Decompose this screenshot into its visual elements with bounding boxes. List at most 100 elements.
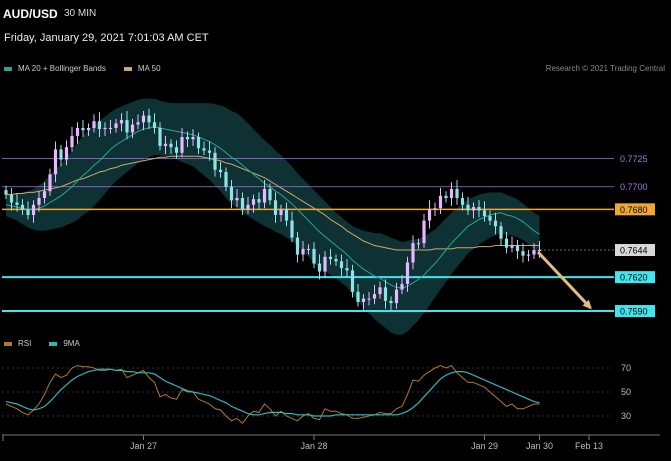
candle-body-66: [367, 298, 371, 300]
candle-body-53: [295, 237, 300, 255]
candle-body-72: [400, 283, 404, 290]
candle-body-59: [328, 256, 333, 260]
candle-body-10: [59, 149, 63, 160]
candle-body-76: [422, 220, 426, 244]
candle-body-8: [48, 174, 52, 192]
rsi-ma-line: [5, 368, 540, 417]
candle-body-25: [141, 115, 146, 123]
candle-body-87: [482, 210, 487, 217]
candle-body-35: [196, 136, 201, 149]
level-label-0.7725: 0.7725: [620, 154, 648, 164]
candle-body-40: [224, 172, 228, 187]
candle-body-56: [312, 248, 316, 264]
candle-body-62: [345, 268, 349, 271]
candle-body-54: [301, 248, 305, 255]
candle-body-9: [53, 149, 58, 175]
candle-body-24: [136, 122, 140, 125]
candle-body-58: [323, 256, 327, 272]
candle-body-5: [31, 204, 36, 215]
candle-body-47: [262, 188, 267, 203]
candle-body-16: [92, 121, 96, 128]
bollinger-band: [6, 98, 540, 335]
level-label-0.7590: 0.7590: [620, 307, 648, 317]
candle-body-94: [521, 251, 525, 256]
candle-body-75: [416, 243, 421, 245]
candle-body-46: [257, 199, 261, 203]
candle-body-0: [4, 190, 8, 195]
x-tick-label-Jan 27: Jan 27: [130, 441, 157, 451]
candle-body-95: [526, 254, 531, 256]
candle-body-3: [20, 204, 25, 210]
price-chart[interactable]: 0.7725 0.7700 0.7680 0.7644 0.7620 0.7590 70 50…: [0, 0, 671, 461]
level-label-0.7680: 0.7680: [620, 205, 648, 215]
rsi-line: [5, 364, 540, 424]
candle-body-60: [334, 259, 338, 262]
candle-body-51: [284, 209, 289, 221]
candle-body-49: [273, 200, 278, 215]
candle-body-73: [405, 262, 410, 284]
candle-body-41: [229, 186, 234, 201]
candle-body-1: [9, 194, 14, 203]
candle-body-36: [202, 148, 206, 151]
candle-body-23: [130, 124, 135, 133]
level-label-0.7620: 0.7620: [620, 273, 648, 283]
candle-body-65: [361, 298, 366, 303]
candle-body-96: [532, 250, 536, 255]
candle-body-68: [378, 287, 382, 295]
candle-body-50: [279, 209, 283, 215]
candle-body-33: [185, 136, 190, 140]
candle-body-70: [389, 300, 393, 304]
candle-body-82: [455, 188, 459, 199]
candle-body-89: [493, 220, 498, 227]
candle-body-30: [169, 143, 173, 148]
candle-body-39: [218, 169, 223, 173]
level-label-0.7644: 0.7644: [620, 246, 648, 256]
candle-body-90: [499, 226, 503, 239]
candle-body-6: [37, 198, 41, 205]
candle-body-11: [64, 147, 69, 160]
candle-body-78: [433, 208, 437, 210]
x-tick-label-Jan 29: Jan 29: [471, 441, 498, 451]
candle-body-26: [147, 115, 151, 123]
candle-body-17: [97, 121, 102, 130]
candle-body-86: [477, 207, 481, 211]
candle-body-43: [240, 198, 245, 210]
candle-body-38: [213, 152, 217, 170]
candle-body-57: [317, 263, 322, 272]
candle-body-79: [438, 195, 443, 209]
x-tick-label-Jan 30: Jan 30: [526, 441, 553, 451]
candle-body-63: [350, 270, 355, 292]
candle-body-91: [504, 238, 509, 248]
candle-body-32: [180, 136, 184, 153]
candle-body-81: [449, 188, 454, 199]
forecast-arrow-shaft: [536, 250, 592, 309]
candle-body-21: [119, 120, 124, 124]
candle-body-14: [81, 127, 85, 131]
rsi-tick-70: 70: [621, 363, 631, 373]
candle-body-71: [394, 289, 399, 304]
candle-body-64: [356, 291, 360, 303]
candle-body-80: [444, 195, 448, 199]
candle-body-44: [246, 204, 250, 210]
candle-body-97: [537, 250, 542, 252]
rsi-tick-50: 50: [621, 387, 631, 397]
candle-body-13: [75, 127, 80, 136]
candle-body-29: [163, 143, 168, 147]
x-tick-label-Jan 28: Jan 28: [300, 441, 327, 451]
candle-body-88: [488, 216, 492, 221]
candle-body-84: [466, 204, 470, 211]
candle-body-52: [290, 220, 294, 238]
candle-body-61: [339, 261, 344, 269]
candle-body-19: [108, 127, 113, 129]
candle-body-42: [235, 198, 239, 201]
candle-body-28: [158, 127, 162, 147]
candle-body-93: [515, 245, 520, 252]
candle-body-18: [103, 127, 107, 130]
candle-body-12: [70, 135, 74, 148]
candle-body-37: [207, 150, 212, 153]
candle-body-20: [114, 123, 118, 128]
level-label-0.7700: 0.7700: [620, 182, 648, 192]
candle-body-69: [383, 287, 388, 301]
candle-body-92: [510, 245, 514, 248]
candle-body-7: [42, 191, 47, 199]
